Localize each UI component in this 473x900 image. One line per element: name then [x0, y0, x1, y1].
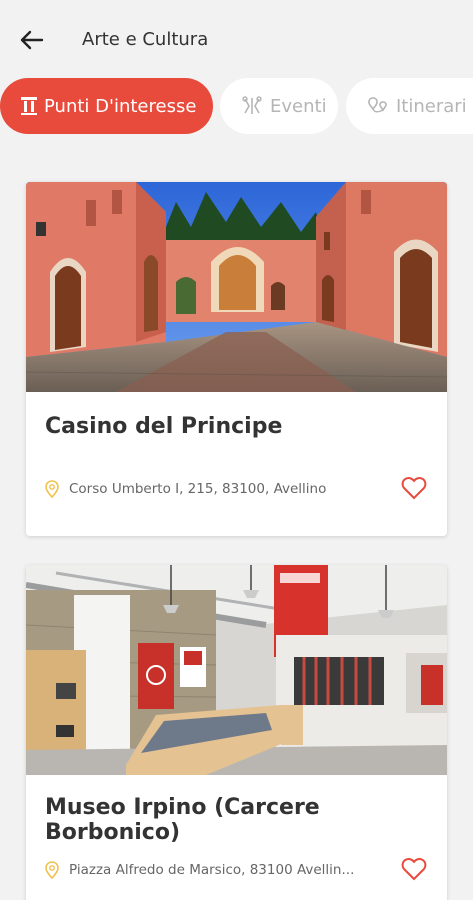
heart-outline-icon[interactable]: [401, 476, 427, 500]
location-pin-icon: [45, 861, 59, 879]
chip-label: Eventi: [270, 95, 327, 117]
page-title: Arte e Cultura: [82, 29, 209, 50]
card-address: Piazza Alfredo de Marsico, 83100 Avellin…: [45, 861, 365, 879]
chip-punti-interesse[interactable]: Punti D'interesse: [0, 78, 213, 134]
address-text: Piazza Alfredo de Marsico, 83100 Avellin…: [69, 862, 355, 878]
chip-eventi[interactable]: Eventi: [220, 78, 338, 134]
heart-outline-icon[interactable]: [401, 857, 427, 881]
card-address: Corso Umberto I, 215, 83100, Avellino: [45, 480, 365, 498]
filter-chips: Punti D'interesse Eventi Itinerari: [0, 78, 473, 134]
card-title: Museo Irpino (Carcere Borbonico): [45, 795, 320, 845]
route-icon: [368, 97, 387, 113]
column-icon: [21, 97, 37, 115]
chip-label: Itinerari: [396, 95, 467, 117]
museum-interior-photo: [26, 565, 447, 775]
poi-card[interactable]: Casino del Principe Corso Umberto I, 215…: [26, 182, 447, 536]
courtyard-photo: [26, 182, 447, 392]
poi-card[interactable]: Museo Irpino (Carcere Borbonico) Piazza …: [26, 565, 447, 900]
app-header: Arte e Cultura: [0, 0, 473, 80]
balloons-icon: [242, 96, 262, 114]
location-pin-icon: [45, 480, 59, 498]
card-title: Casino del Principe: [45, 414, 283, 439]
chip-label: Punti D'interesse: [44, 95, 197, 117]
address-text: Corso Umberto I, 215, 83100, Avellino: [69, 481, 327, 497]
chip-itinerari[interactable]: Itinerari: [346, 78, 473, 134]
back-button[interactable]: [16, 26, 48, 54]
arrow-left-icon: [20, 30, 44, 50]
